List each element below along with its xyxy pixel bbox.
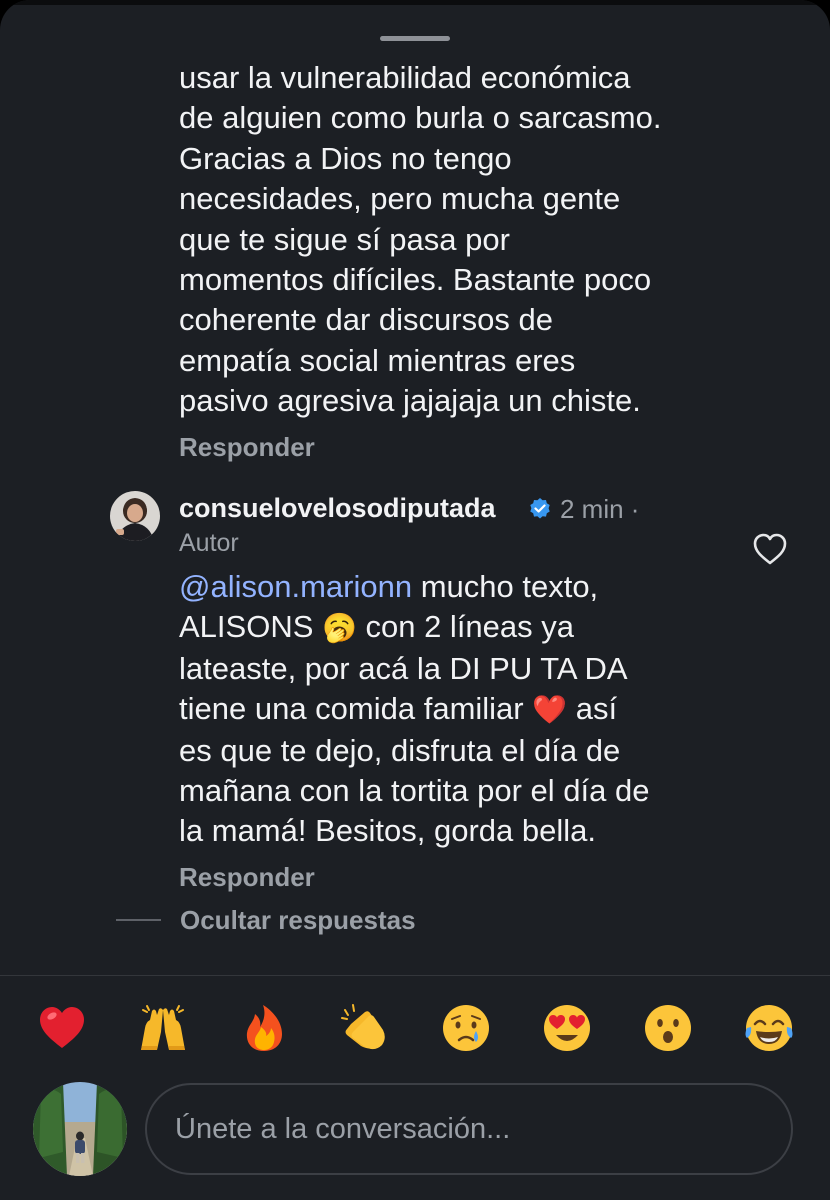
hide-replies-button[interactable]: Ocultar respuestas xyxy=(180,905,416,936)
drag-handle[interactable] xyxy=(380,36,450,41)
mention-link[interactable]: @alison.marionn xyxy=(179,569,412,604)
reaction-heart-eyes[interactable] xyxy=(539,1000,595,1056)
reply-comment-text: @alison.marionn mucho texto, ALISONS 🥱 c… xyxy=(179,567,799,852)
comment-timestamp: 2 min · xyxy=(560,494,640,524)
top-strip xyxy=(0,0,830,5)
comments-sheet: usar la vulnerabilidad económica de algu… xyxy=(0,0,830,1200)
red-heart-icon xyxy=(40,1007,84,1048)
clapping-hands-icon xyxy=(341,1004,385,1050)
comment-input-container[interactable] xyxy=(145,1083,793,1175)
reply-button[interactable]: Responder xyxy=(179,862,315,893)
red-heart-emoji: ❤️ xyxy=(532,693,568,727)
divider xyxy=(0,975,830,976)
comment-input[interactable] xyxy=(173,1111,757,1147)
heart-outline-icon[interactable] xyxy=(752,532,788,566)
reaction-red-heart[interactable] xyxy=(34,1000,90,1056)
reaction-raising-hands[interactable] xyxy=(135,1000,191,1056)
user-avatar[interactable] xyxy=(33,1082,127,1176)
thread-line xyxy=(116,919,161,921)
verified-badge-icon xyxy=(530,498,550,519)
surprised-face-icon xyxy=(645,1005,691,1051)
commenter-avatar[interactable] xyxy=(110,491,160,541)
commenter-username[interactable]: consuelovelosodiputada xyxy=(179,493,496,524)
tears-of-joy-icon xyxy=(745,1005,793,1051)
reaction-crying-face[interactable] xyxy=(438,1000,494,1056)
reaction-tears-of-joy[interactable] xyxy=(741,1000,797,1056)
reaction-surprised-face[interactable] xyxy=(640,1000,696,1056)
crying-face-icon xyxy=(443,1005,489,1051)
reaction-clapping-hands[interactable] xyxy=(337,1000,393,1056)
fire-icon xyxy=(246,1005,282,1051)
previous-comment-text: usar la vulnerabilidad económica de algu… xyxy=(179,60,662,419)
raising-hands-icon xyxy=(141,1005,185,1050)
yawning-face-emoji: 🥱 xyxy=(322,611,357,645)
author-label: Autor xyxy=(179,529,239,557)
heart-eyes-icon xyxy=(544,1005,590,1051)
reply-button[interactable]: Responder xyxy=(179,432,315,463)
reaction-fire[interactable] xyxy=(236,1000,292,1056)
